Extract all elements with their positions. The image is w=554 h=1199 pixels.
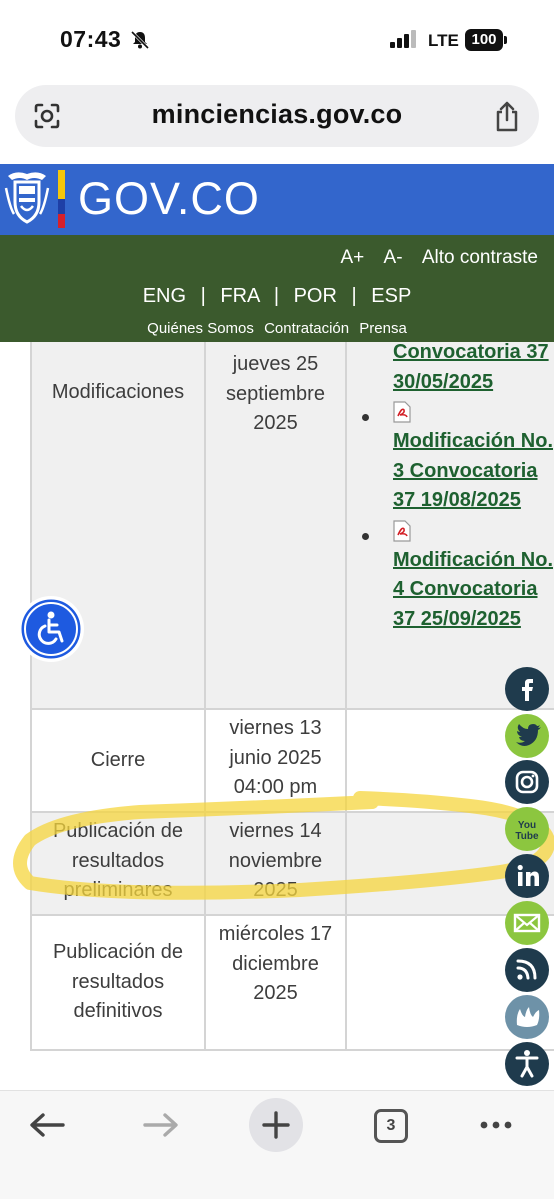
linkedin-icon[interactable]	[505, 854, 549, 898]
document-item: Modificación No. 3 Convocatoria 37 19/08…	[359, 401, 554, 516]
table-row: Cierre viernes 13 junio 2025 04:00 pm	[30, 708, 554, 813]
instagram-icon[interactable]	[505, 760, 549, 804]
arrow-right-icon	[143, 1113, 178, 1137]
lang-eng[interactable]: ENG	[143, 285, 186, 307]
document-link[interactable]: Modificación No. 3 Convocatoria 37 19/08…	[393, 427, 554, 516]
nav-prensa[interactable]: Prensa	[359, 320, 407, 337]
lang-separator: |	[351, 285, 357, 307]
document-item: Modificación No. 4 Convocatoria 37 25/09…	[359, 519, 554, 635]
facebook-icon[interactable]	[505, 667, 549, 711]
wheelchair-icon	[18, 596, 84, 662]
documents-cell: Convocatoria 37 30/05/2025 Modificación …	[345, 342, 554, 710]
document-item: Convocatoria 37 30/05/2025	[359, 342, 554, 397]
signal-icon	[390, 30, 416, 48]
accessibility-controls: A+ A- Alto contraste	[326, 247, 538, 269]
colombia-coat-of-arms-icon[interactable]	[4, 168, 50, 230]
rss-icon[interactable]	[505, 948, 549, 992]
forward-button[interactable]	[133, 1103, 189, 1159]
table-row: Publicación de resultados preliminares v…	[30, 811, 554, 916]
table-row: Publicación de resultados definitivos mi…	[30, 914, 554, 1051]
youtube-icon[interactable]: You Tube	[505, 807, 549, 851]
network-type: LTE	[428, 31, 459, 50]
new-tab-button[interactable]	[248, 1097, 304, 1153]
pdf-icon[interactable]	[393, 519, 411, 542]
address-bar[interactable]: minciencias.gov.co	[15, 85, 539, 147]
more-dots-icon	[480, 1121, 512, 1129]
flickr-icon[interactable]	[505, 995, 549, 1039]
top-nav: Quiénes Somos Contratación Prensa	[0, 320, 554, 337]
tab-switcher-button[interactable]: 3	[374, 1109, 408, 1143]
status-bar: 07:43 LTE 100	[0, 0, 554, 80]
site-header: A+ A- Alto contraste ENG | FRA | POR | E…	[0, 235, 554, 342]
accessibility-icon[interactable]	[505, 1042, 549, 1086]
lang-por[interactable]: POR	[294, 285, 337, 307]
nav-quienes-somos[interactable]: Quiénes Somos	[147, 320, 254, 337]
language-selector: ENG | FRA | POR | ESP	[0, 285, 554, 308]
stage-cell: Publicación de resultados definitivos	[30, 914, 206, 1051]
date-cell: miércoles 17 diciembre 2025	[204, 914, 347, 1051]
arrow-left-icon	[30, 1113, 65, 1137]
gov-co-header: GOV.CO	[0, 164, 554, 235]
lang-separator: |	[273, 285, 280, 307]
page-content[interactable]: Modificaciones jueves 25 septiembre 2025…	[0, 342, 554, 1090]
gov-co-logo[interactable]: GOV.CO	[78, 173, 260, 225]
more-menu-button[interactable]	[468, 1103, 524, 1159]
battery-icon: 100	[465, 29, 507, 51]
lang-fra[interactable]: FRA	[220, 285, 259, 307]
battery-level: 100	[471, 31, 497, 48]
url-text[interactable]: minciencias.gov.co	[75, 99, 479, 130]
colombia-flag-stripe	[58, 170, 65, 228]
high-contrast-button[interactable]: Alto contraste	[422, 247, 538, 268]
share-icon[interactable]	[493, 100, 521, 132]
increase-text-button[interactable]: A+	[340, 247, 364, 268]
lens-icon[interactable]	[33, 102, 61, 130]
date-cell: viernes 13 junio 2025 04:00 pm	[204, 708, 347, 813]
stage-cell: Publicación de resultados preliminares	[30, 811, 206, 916]
twitter-icon[interactable]	[505, 714, 549, 758]
document-link[interactable]: Convocatoria 37 30/05/2025	[393, 342, 554, 397]
lang-separator: |	[200, 285, 206, 307]
table-row: Modificaciones jueves 25 septiembre 2025…	[30, 342, 554, 710]
date-cell: jueves 25 septiembre 2025	[204, 342, 347, 710]
pdf-icon[interactable]	[393, 401, 411, 423]
accessibility-widget-button[interactable]	[18, 596, 84, 662]
lang-esp[interactable]: ESP	[371, 285, 411, 307]
plus-icon	[249, 1098, 303, 1152]
clock: 07:43	[60, 26, 122, 52]
schedule-table: Modificaciones jueves 25 septiembre 2025…	[30, 342, 554, 1051]
email-icon[interactable]	[505, 901, 549, 945]
stage-cell: Cierre	[30, 708, 206, 813]
date-cell: viernes 14 noviembre 2025	[204, 811, 347, 916]
decrease-text-button[interactable]: A-	[384, 247, 403, 268]
back-button[interactable]	[19, 1103, 75, 1159]
silent-bell-icon	[130, 30, 150, 50]
document-link[interactable]: Modificación No. 4 Convocatoria 37 25/09…	[393, 546, 554, 635]
nav-contratacion[interactable]: Contratación	[264, 320, 349, 337]
browser-toolbar: 3	[0, 1090, 554, 1199]
youtube-label: You Tube	[515, 820, 539, 842]
